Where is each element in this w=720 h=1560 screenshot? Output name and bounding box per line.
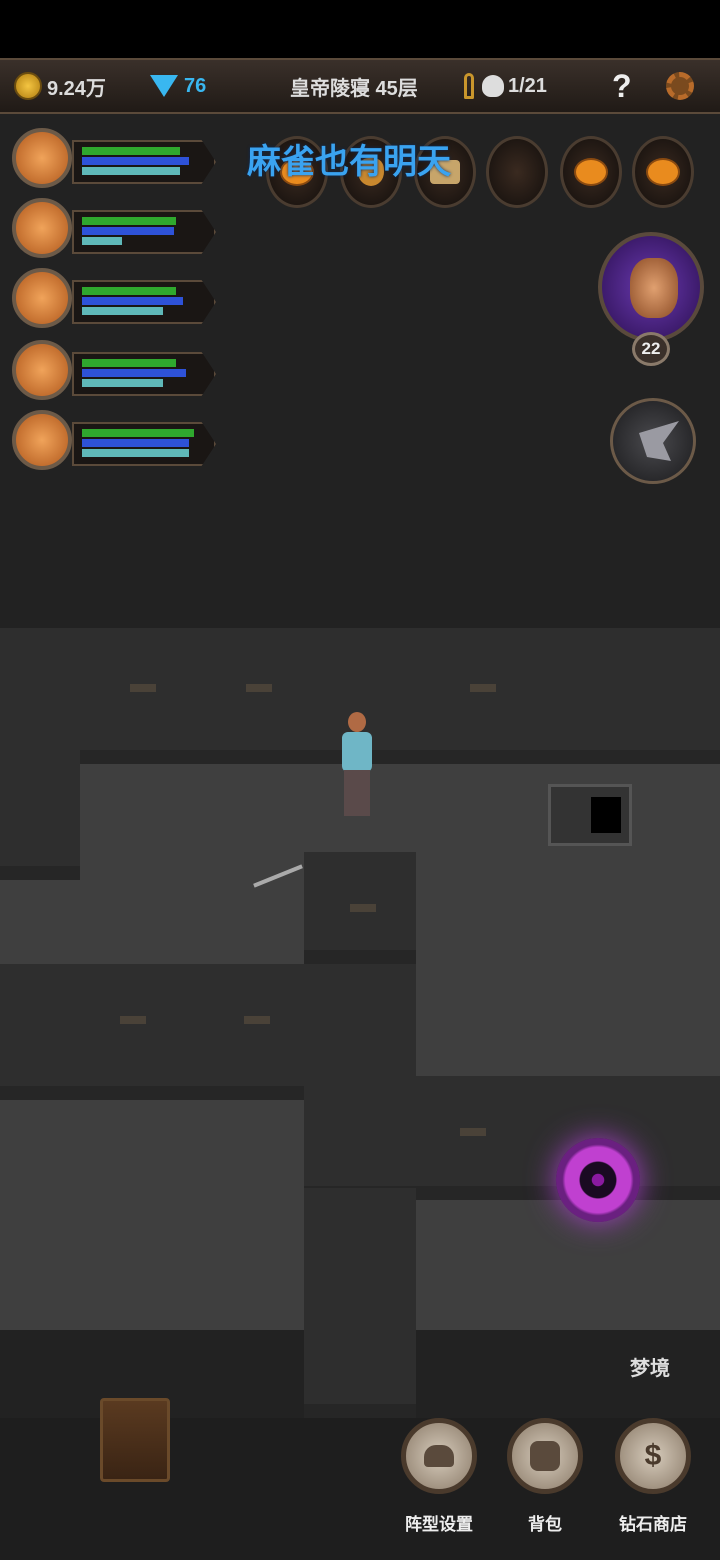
hero-masked-portrait <box>12 340 72 400</box>
diamond-shop-icon: $ <box>615 1418 691 1494</box>
angel-boss-icon <box>630 258 678 318</box>
dream-label[interactable]: 梦境 <box>630 1352 670 1381</box>
loot-slot[interactable] <box>560 136 622 208</box>
xp-bar <box>82 307 163 315</box>
xp-bar <box>82 379 163 387</box>
hp-bar <box>82 287 176 295</box>
brick <box>246 684 272 692</box>
crow-skill-button[interactable] <box>610 398 696 484</box>
help-icon: ? <box>612 67 632 104</box>
dungeon-wall <box>0 740 80 880</box>
skull-icon <box>482 75 504 97</box>
top-resource-bar: 9.24万 76 皇帝陵寝 45层 1/21 ? <box>0 58 720 114</box>
formation-label: 阵型设置 <box>405 1515 473 1534</box>
hero-archer-portrait <box>12 410 72 470</box>
key-icon <box>464 73 474 99</box>
kill-counter: 1/21 <box>464 60 547 112</box>
gold-amount: 9.24万 <box>47 77 106 100</box>
settings-button[interactable] <box>666 60 694 112</box>
dungeon-location: 皇帝陵寝 45层 <box>290 60 418 112</box>
diamond-counter[interactable]: 76 <box>150 60 206 112</box>
gold-counter: 9.24万 <box>14 60 106 112</box>
loot-slot[interactable] <box>632 136 694 208</box>
player-legs <box>344 770 370 816</box>
game-screen: 9.24万 76 皇帝陵寝 45层 1/21 ? 麻雀也有明天 22 梦境 阵型… <box>0 0 720 1560</box>
hero-redhood-portrait <box>12 268 72 328</box>
diamond-shop-button[interactable]: $ 钻石商店 <box>610 1418 696 1534</box>
gear-icon <box>666 72 694 100</box>
crow-icon <box>639 421 679 461</box>
party-member[interactable] <box>8 198 223 262</box>
hp-bar <box>82 147 180 155</box>
floating-banner-text: 麻雀也有明天 <box>247 143 451 181</box>
mp-bar <box>82 439 189 447</box>
mp-bar <box>82 369 186 377</box>
hp-bar <box>82 359 176 367</box>
brick <box>350 904 376 912</box>
brick <box>120 1016 146 1024</box>
dungeon-wall <box>304 1076 720 1200</box>
party-member[interactable] <box>8 128 223 192</box>
backpack-button[interactable]: 背包 <box>502 1418 588 1534</box>
mp-bar <box>82 227 174 235</box>
diamond-amount: 76 <box>184 74 207 97</box>
brick <box>130 684 156 692</box>
gold-coin-icon <box>14 72 42 100</box>
hero-elf-portrait <box>12 128 72 188</box>
hp-bar <box>82 217 176 225</box>
stairs-down[interactable] <box>548 784 632 846</box>
pumpkin-icon <box>646 158 680 186</box>
player-head <box>348 712 366 732</box>
purple-portal[interactable] <box>556 1138 640 1222</box>
xp-bar <box>82 167 180 175</box>
location-label: 皇帝陵寝 45层 <box>290 77 418 100</box>
loot-slot[interactable] <box>486 136 548 208</box>
mp-bar <box>82 157 189 165</box>
stat-bars <box>72 210 216 254</box>
stat-bars <box>72 280 216 324</box>
stat-bars <box>72 352 216 396</box>
diamond-icon <box>150 75 178 97</box>
xp-bar <box>82 237 122 245</box>
formation-button[interactable]: 阵型设置 <box>396 1418 482 1534</box>
help-button[interactable]: ? <box>612 60 632 112</box>
backpack-icon <box>507 1418 583 1494</box>
mp-bar <box>82 297 183 305</box>
party-member[interactable] <box>8 340 223 404</box>
pumpkin-icon <box>574 158 608 186</box>
boss-portrait-button[interactable] <box>598 232 704 342</box>
xp-bar <box>82 449 189 457</box>
brick <box>470 684 496 692</box>
diamond-shop-label: 钻石商店 <box>619 1515 687 1534</box>
player-body <box>342 732 372 772</box>
brick <box>244 1016 270 1024</box>
hero-priest-portrait <box>12 198 72 258</box>
dungeon-wall <box>304 1188 416 1418</box>
stat-bars <box>72 140 216 184</box>
status-bar-area <box>0 0 720 58</box>
kill-count: 1/21 <box>508 74 547 97</box>
stat-bars <box>72 422 216 466</box>
hp-bar <box>82 429 194 437</box>
party-member[interactable] <box>8 268 223 332</box>
player-character[interactable] <box>330 710 386 830</box>
boss-level-badge: 22 <box>632 332 670 366</box>
backpack-label: 背包 <box>528 1515 562 1534</box>
treasure-chest[interactable] <box>100 1398 170 1482</box>
stairs-hole <box>591 797 621 833</box>
party-member[interactable] <box>8 410 223 474</box>
formation-icon <box>401 1418 477 1494</box>
brick <box>460 1128 486 1136</box>
